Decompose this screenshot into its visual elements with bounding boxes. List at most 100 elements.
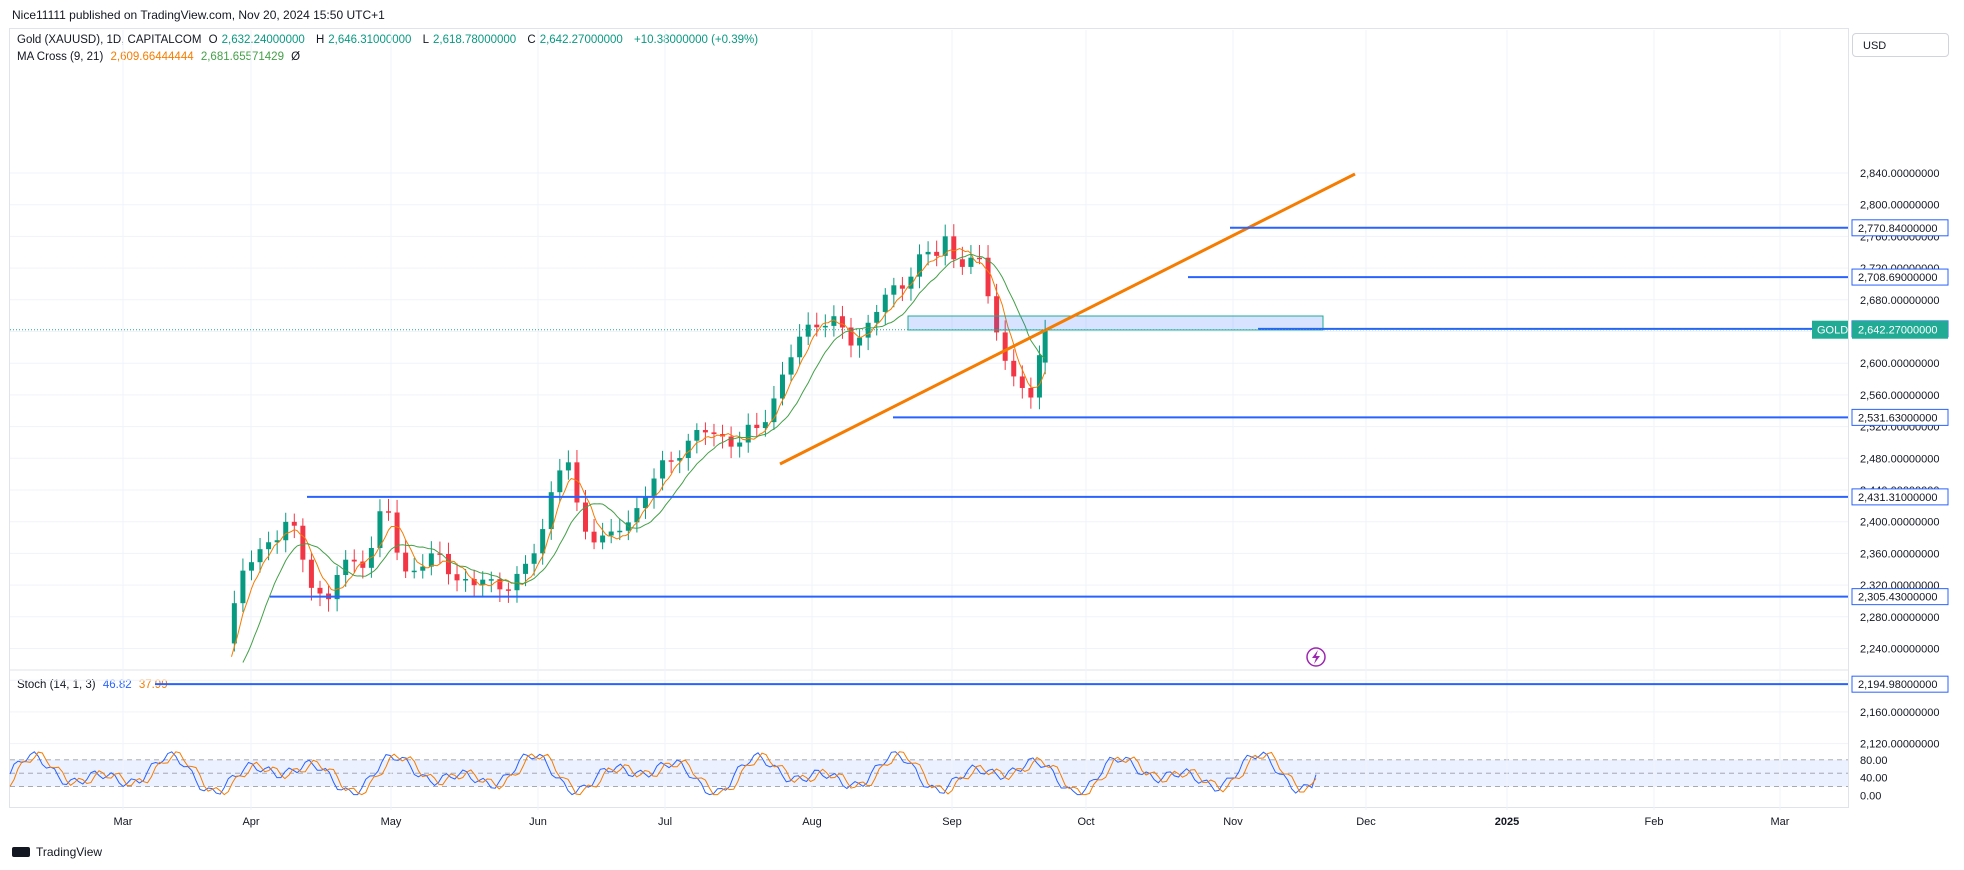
candle-body	[1011, 360, 1017, 377]
candle-body	[985, 257, 991, 297]
chart-canvas[interactable]: Mar Apr May Jun Jul Aug Sep Oct Nov Dec 2025 Feb Mar…	[0, 0, 1964, 870]
candle-body	[300, 525, 306, 560]
candle-body	[737, 442, 743, 447]
x-tick-label: Aug	[802, 816, 822, 828]
y-tick-label: 2,360.00000000	[1860, 548, 1940, 560]
y-tick-label: 2,480.00000000	[1860, 453, 1940, 465]
x-tick-label: Feb	[1645, 816, 1664, 828]
candle-body	[1019, 376, 1025, 388]
candle-body	[968, 257, 974, 267]
candle-body	[702, 430, 708, 433]
tradingview-logo-icon	[12, 847, 30, 857]
candle-body	[779, 374, 785, 399]
price-level-label: 2,194.98000000	[1858, 679, 1938, 691]
candle-body	[608, 531, 614, 536]
candle-body	[248, 562, 254, 571]
candle-body	[351, 559, 357, 562]
candle-body	[488, 579, 494, 581]
candle-body	[1028, 387, 1034, 398]
x-tick-label: Sep	[942, 816, 962, 828]
y-tick-label: 2,240.00000000	[1860, 644, 1940, 656]
candle-body	[317, 587, 323, 594]
x-tick-label: Apr	[242, 816, 259, 828]
candle-body	[651, 478, 657, 498]
candle-body	[899, 285, 905, 289]
candle-body	[257, 549, 263, 563]
price-level-label: 2,531.63000000	[1858, 412, 1938, 424]
candle-body	[445, 553, 451, 575]
candle-body	[694, 430, 700, 441]
candle-body	[642, 497, 648, 509]
x-tick-label: Jun	[529, 816, 547, 828]
candle-body	[685, 440, 691, 459]
symbol-badge-text: GOLD	[1817, 325, 1848, 337]
candle-body	[343, 559, 349, 576]
candle-body	[934, 251, 940, 256]
price-level-label: 2,770.84000000	[1858, 223, 1938, 235]
price-level-label: 2,708.69000000	[1858, 272, 1938, 284]
candle-body	[711, 432, 717, 435]
y-tick-label: 2,280.00000000	[1860, 612, 1940, 624]
stoch-tick-label: 40.00	[1860, 773, 1888, 785]
candle-body	[814, 324, 820, 328]
y-tick-label: 2,560.00000000	[1860, 390, 1940, 402]
candle-body	[617, 530, 623, 533]
candle-body	[600, 535, 606, 543]
candle-body	[874, 311, 880, 323]
y-tick-label: 2,840.00000000	[1860, 168, 1940, 180]
candle-body	[266, 542, 272, 550]
candle-body	[925, 251, 931, 255]
candle-body	[240, 570, 246, 604]
candle-body	[917, 254, 923, 277]
x-tick-label: Mar	[1771, 816, 1790, 828]
candle-body	[565, 462, 571, 471]
candle-body	[386, 511, 392, 513]
x-tick-label: May	[381, 816, 402, 828]
candle-body	[454, 574, 460, 581]
candle-body	[797, 336, 803, 358]
x-tick-label: Nov	[1223, 816, 1243, 828]
candle-body	[497, 579, 503, 590]
stoch-tick-label: 0.00	[1860, 791, 1881, 803]
candle-body	[882, 294, 888, 312]
candle-body	[308, 559, 314, 588]
candle-body	[788, 357, 794, 375]
x-tick-label: 2025	[1495, 816, 1519, 828]
candle-body	[231, 603, 237, 644]
candle-body	[976, 257, 982, 260]
candle-body	[428, 553, 434, 567]
candle-body	[463, 578, 469, 581]
candle-body	[668, 460, 674, 462]
y-tick-label: 2,800.00000000	[1860, 200, 1940, 212]
candle-body	[822, 325, 828, 328]
x-tick-label: Mar	[114, 816, 133, 828]
candle-body	[591, 531, 597, 543]
candle-body	[291, 521, 297, 526]
candle-body	[728, 436, 734, 447]
candle-body	[557, 470, 563, 493]
candle-body	[942, 236, 948, 256]
candle-body	[754, 424, 760, 429]
candle-body	[334, 575, 340, 600]
candle-body	[283, 521, 289, 541]
candle-body	[1002, 332, 1008, 361]
y-tick-label: 2,400.00000000	[1860, 517, 1940, 529]
candle-body	[411, 570, 417, 573]
flash-icon	[1306, 647, 1326, 667]
footer-brand: TradingView	[36, 845, 103, 859]
last-price-badge-text: 2,642.27000000	[1858, 325, 1938, 337]
candle-body	[805, 324, 811, 337]
price-level-label: 2,305.43000000	[1858, 592, 1938, 604]
candle-body	[857, 337, 863, 346]
candle-body	[891, 285, 897, 295]
candle-body	[839, 316, 845, 328]
stoch-tick-label: 80.00	[1860, 755, 1888, 767]
x-tick-label: Jul	[658, 816, 672, 828]
candle-body	[951, 236, 957, 260]
footer: TradingView	[12, 845, 102, 859]
ma-fast-line	[231, 248, 1046, 657]
y-tick-label: 2,120.00000000	[1860, 739, 1940, 751]
candle-body	[1036, 355, 1042, 398]
price-level-label: 2,431.31000000	[1858, 492, 1938, 504]
y-tick-label: 2,160.00000000	[1860, 707, 1940, 719]
